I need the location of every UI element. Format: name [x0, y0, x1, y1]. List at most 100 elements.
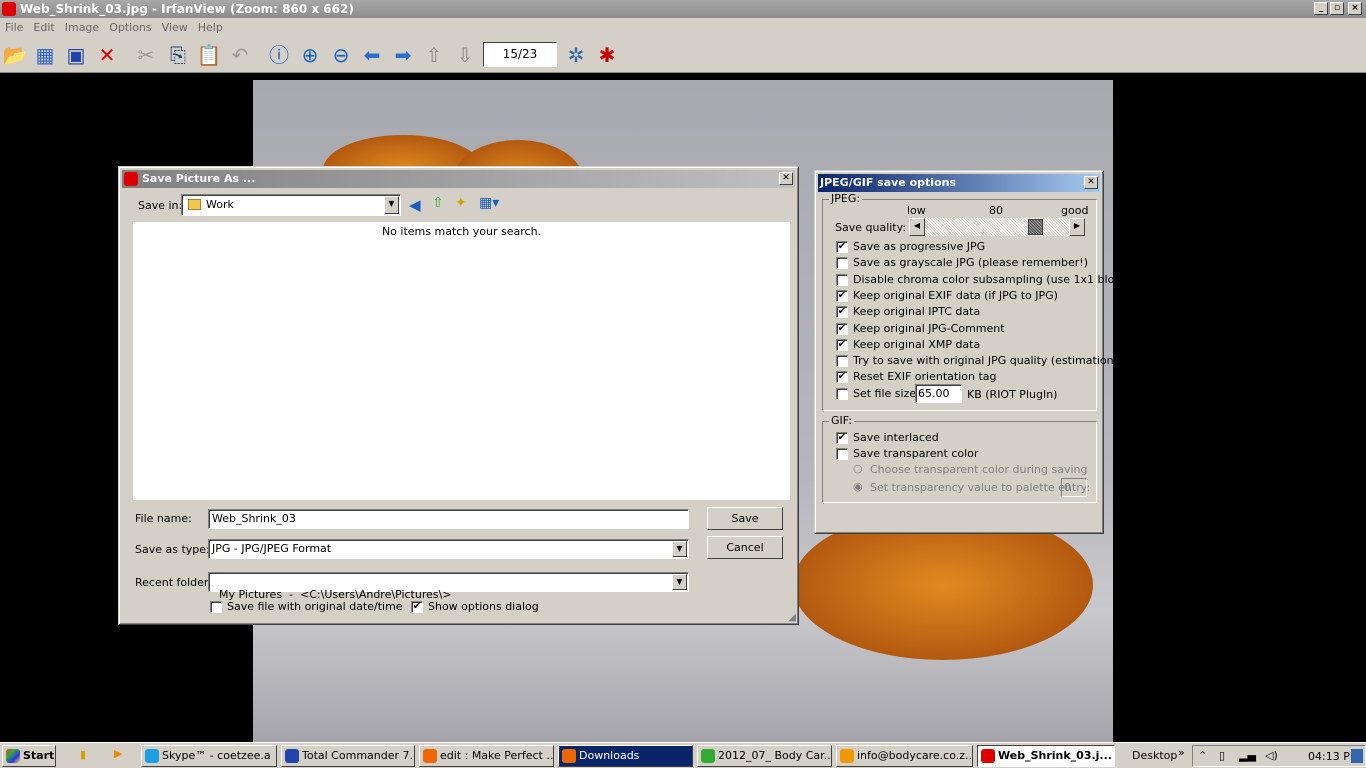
- checkbox[interactable]: [836, 257, 848, 270]
- checkbox[interactable]: ✔: [836, 306, 848, 319]
- up-folder-icon[interactable]: ⇧: [432, 195, 444, 211]
- save-button[interactable]: Save: [707, 507, 783, 530]
- menu-help[interactable]: Help: [193, 21, 228, 34]
- show-desktop-icon[interactable]: [1351, 749, 1363, 763]
- file-size-input[interactable]: 65.00: [915, 384, 962, 403]
- zoom-out-icon[interactable]: ⊖: [328, 42, 354, 68]
- taskbar-button[interactable]: info@bodycare.co.z...: [836, 745, 973, 767]
- chevron-right-icon[interactable]: »: [1178, 746, 1185, 759]
- irfanview-logo-icon[interactable]: ✱: [594, 42, 620, 68]
- checkbox[interactable]: ✔: [836, 289, 848, 302]
- save-in-label: Save in:: [138, 199, 183, 212]
- back-icon[interactable]: ◀: [409, 196, 421, 214]
- menu-options[interactable]: Options: [104, 21, 156, 34]
- app-icon: [285, 749, 299, 763]
- close-button[interactable]: ✕: [1084, 176, 1098, 189]
- start-button[interactable]: Start: [2, 745, 56, 767]
- restore-button[interactable]: ▫: [1330, 2, 1344, 15]
- task-label: Total Commander 7....: [302, 749, 415, 762]
- resize-grip[interactable]: ◢: [788, 612, 796, 623]
- menu-image[interactable]: Image: [60, 21, 104, 34]
- checkbox[interactable]: ✔: [836, 432, 848, 444]
- taskbar-button[interactable]: Skype™ - coetzee.a: [141, 745, 277, 767]
- save-icon[interactable]: ▣: [63, 42, 89, 68]
- checkbox[interactable]: [836, 388, 848, 400]
- jpeg-group-label: JPEG:: [829, 192, 863, 205]
- taskbar-button[interactable]: Web_Shrink_03.j...: [977, 745, 1115, 767]
- menu-edit[interactable]: Edit: [28, 21, 59, 34]
- slideshow-icon[interactable]: ▦: [32, 42, 58, 68]
- file-list[interactable]: No items match your search.: [133, 222, 790, 500]
- view-menu-icon[interactable]: ▦▾: [479, 195, 499, 211]
- file-name-input[interactable]: Web_Shrink_03: [208, 509, 689, 529]
- info-icon[interactable]: ⓘ: [266, 42, 292, 68]
- desktop-toolbar[interactable]: Desktop: [1132, 749, 1177, 762]
- checkbox[interactable]: [836, 273, 848, 286]
- choose-transparent-label: Choose transparent color during saving: [870, 463, 1088, 476]
- checkbox[interactable]: [836, 355, 848, 368]
- last-page-icon[interactable]: ⇩: [452, 42, 478, 68]
- cancel-button[interactable]: Cancel: [707, 536, 783, 559]
- battery-icon[interactable]: ▯: [1219, 749, 1225, 762]
- checkbox[interactable]: ✔: [836, 371, 848, 384]
- paste-icon[interactable]: 📋: [196, 42, 222, 68]
- undo-icon[interactable]: ↶: [227, 42, 253, 68]
- new-folder-icon[interactable]: ✦: [455, 195, 467, 211]
- app-icon: [423, 749, 437, 763]
- quality-high-label: good: [1061, 204, 1089, 217]
- task-label: edit : Make Perfect ...: [440, 749, 554, 762]
- next-icon[interactable]: ➡: [390, 42, 416, 68]
- app-icon: [840, 749, 854, 763]
- jpeg-option-label: Reset EXIF orientation tag: [853, 370, 997, 384]
- scroll-left-button[interactable]: ◀: [909, 218, 925, 236]
- quality-scrollbar[interactable]: ◀ ▶: [909, 218, 1085, 236]
- toolbar: 📂 ▦ ▣ ✕ ✂ ⎘ 📋 ↶ ⓘ ⊕ ⊖ ⬅ ➡ ⇧ ⇩ ✲ ✱: [0, 38, 1366, 73]
- settings-icon[interactable]: ✲: [563, 42, 589, 68]
- close-button[interactable]: ×: [1348, 2, 1362, 15]
- checkbox[interactable]: ✔: [836, 338, 848, 351]
- palette-entry-input[interactable]: 0: [1061, 478, 1087, 497]
- cut-icon[interactable]: ✂: [133, 42, 159, 68]
- taskbar-button[interactable]: edit : Make Perfect ...: [419, 745, 554, 767]
- checkbox[interactable]: [836, 448, 848, 460]
- minimize-button[interactable]: _: [1314, 2, 1328, 15]
- copy-icon[interactable]: ⎘: [165, 42, 191, 68]
- recent-folders-select[interactable]: My Pictures - <C:\Users\Andre\Pictures\>…: [208, 572, 689, 601]
- tray-expand-icon[interactable]: ⌃: [1198, 749, 1207, 762]
- taskbar-button[interactable]: Downloads: [558, 745, 693, 767]
- checkbox[interactable]: ✔: [411, 601, 423, 613]
- page-indicator[interactable]: 15/23: [483, 42, 557, 67]
- task-label: 2012_07_ Body Car...: [718, 749, 832, 762]
- checkbox[interactable]: ✔: [836, 322, 848, 335]
- media-player-quicklaunch-icon[interactable]: ▶: [114, 747, 122, 760]
- menu-view[interactable]: View: [157, 21, 193, 34]
- volume-icon[interactable]: ◁): [1265, 749, 1278, 762]
- taskbar-button[interactable]: Total Commander 7....: [281, 745, 415, 767]
- network-icon[interactable]: ▂▄: [1239, 749, 1256, 762]
- delete-icon[interactable]: ✕: [94, 42, 120, 68]
- zoom-in-icon[interactable]: ⊕: [297, 42, 323, 68]
- checkbox[interactable]: [210, 601, 222, 613]
- first-page-icon[interactable]: ⇧: [421, 42, 447, 68]
- save-type-select[interactable]: JPG - JPG/JPEG Format ▼: [208, 539, 689, 559]
- jpeg-option-label: Save as progressive JPG: [853, 240, 986, 253]
- app-icon: [701, 749, 715, 763]
- taskbar-button[interactable]: 2012_07_ Body Car...: [697, 745, 832, 767]
- close-button[interactable]: ✕: [779, 172, 793, 185]
- set-palette-label: Set transparency value to palette entry:: [870, 481, 1091, 494]
- quality-value: 80: [989, 204, 1003, 217]
- save-in-combo[interactable]: Work ▼: [181, 194, 401, 216]
- checkbox[interactable]: ✔: [836, 241, 848, 253]
- chevron-down-icon[interactable]: ▼: [384, 196, 399, 214]
- previous-icon[interactable]: ⬅: [359, 42, 385, 68]
- quality-slider-thumb[interactable]: [1028, 219, 1044, 235]
- explorer-quicklaunch-icon[interactable]: ▮: [80, 748, 86, 761]
- scroll-right-button[interactable]: ▶: [1069, 218, 1085, 236]
- save-in-value: Work: [206, 198, 234, 211]
- chevron-down-icon[interactable]: ▼: [672, 574, 687, 590]
- menu-file[interactable]: File: [0, 21, 28, 34]
- chevron-down-icon[interactable]: ▼: [672, 541, 687, 557]
- open-folder-icon[interactable]: 📂: [2, 42, 28, 68]
- dialog-title-bar: Save Picture As ... ✕: [122, 170, 795, 188]
- jpeg-gif-options-dialog: JPEG/GIF save options ✕ JPEG: low 80 goo…: [814, 170, 1137, 534]
